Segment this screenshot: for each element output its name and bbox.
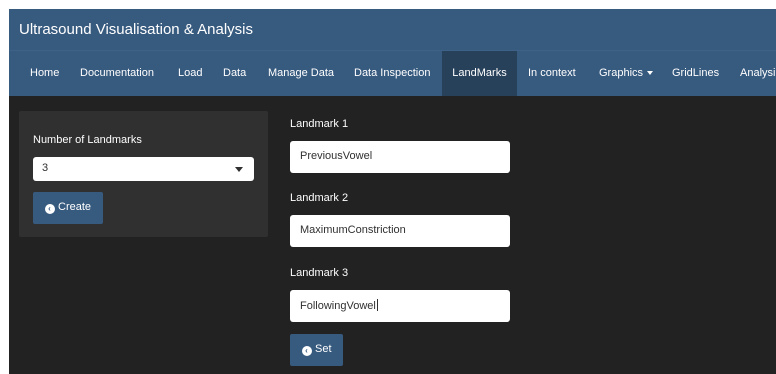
text-cursor	[376, 299, 378, 311]
landmark-2-label: Landmark 2	[290, 192, 349, 204]
set-button[interactable]: ‹ Set	[290, 334, 343, 366]
landmark-2-value: MaximumConstriction	[300, 224, 406, 236]
landmark-count-label: Number of Landmarks	[33, 134, 142, 146]
app-title: Ultrasound Visualisation & Analysis	[9, 9, 776, 50]
landmark-count-value: 3	[42, 162, 49, 174]
nav-data[interactable]: Data	[212, 51, 257, 96]
create-button-label: Create	[58, 201, 92, 213]
nav-analysis[interactable]: Analysi	[729, 51, 776, 96]
create-button[interactable]: ‹ Create	[33, 192, 103, 224]
nav-data-label: Data	[223, 67, 247, 79]
nav-landmarks-label: LandMarks	[452, 67, 507, 79]
nav-data-inspection-label: Data Inspection	[354, 67, 431, 79]
landmark-count-select[interactable]: 3	[33, 157, 254, 181]
nav-graphics[interactable]: Graphics	[588, 51, 664, 96]
caret-down-icon	[235, 167, 243, 172]
landmark-1-value: PreviousVowel	[300, 150, 373, 162]
nav-load[interactable]: Load	[167, 51, 213, 96]
nav-home[interactable]: Home	[19, 51, 70, 96]
set-button-label: Set	[315, 343, 332, 355]
nav-landmarks[interactable]: LandMarks	[442, 51, 517, 96]
landmark-1-label: Landmark 1	[290, 118, 349, 130]
caret-down-icon	[647, 71, 654, 76]
landmark-3-input[interactable]: FollowingVowel	[290, 290, 510, 322]
nav-load-label: Load	[178, 67, 203, 79]
landmark-1-input[interactable]: PreviousVowel	[290, 141, 510, 173]
nav-analysis-label: Analysi	[740, 67, 776, 79]
nav-data-inspection[interactable]: Data Inspection	[343, 51, 441, 96]
navbar: Home Documentation Load Data Manage Data…	[9, 50, 776, 96]
app-window: Ultrasound Visualisation & Analysis Home…	[9, 9, 776, 374]
circle-chevron-left-icon: ‹	[302, 346, 312, 356]
circle-chevron-left-icon: ‹	[45, 204, 55, 214]
nav-in-context[interactable]: In context	[517, 51, 587, 96]
nav-documentation[interactable]: Documentation	[69, 51, 165, 96]
nav-manage-data-label: Manage Data	[268, 67, 335, 79]
nav-graphics-label: Graphics	[599, 67, 644, 79]
nav-manage-data[interactable]: Manage Data	[257, 51, 345, 96]
nav-home-label: Home	[30, 67, 60, 79]
nav-gridlines[interactable]: GridLines	[661, 51, 730, 96]
landmark-3-label: Landmark 3	[290, 267, 349, 279]
nav-in-context-label: In context	[528, 67, 576, 79]
landmark-count-panel: Number of Landmarks 3 ‹ Create	[19, 111, 268, 237]
landmark-2-input[interactable]: MaximumConstriction	[290, 215, 510, 247]
nav-documentation-label: Documentation	[80, 67, 154, 79]
nav-gridlines-label: GridLines	[672, 67, 720, 79]
landmark-3-value: FollowingVowel	[300, 300, 376, 312]
